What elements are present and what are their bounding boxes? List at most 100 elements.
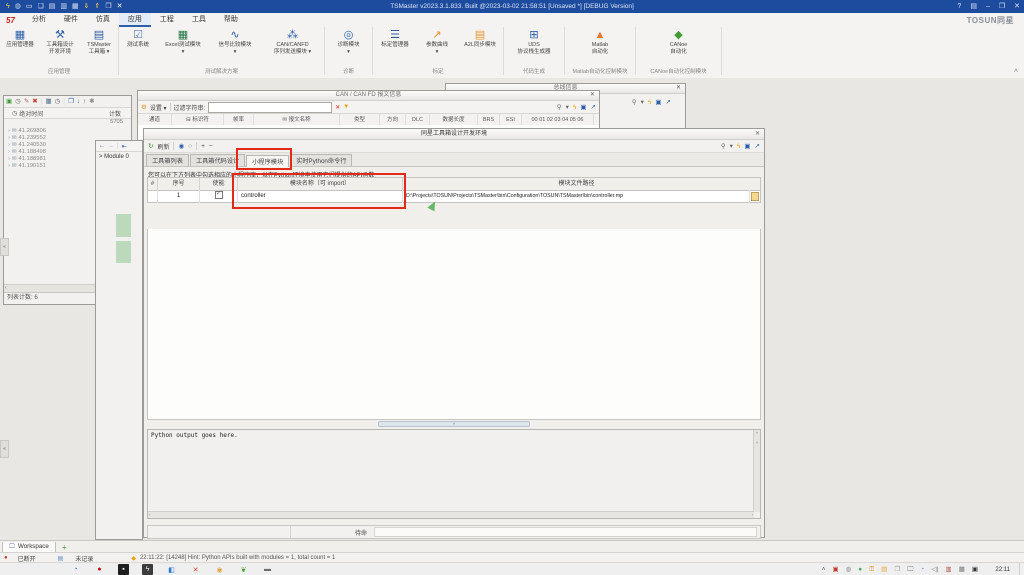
toolbar-icon[interactable]: ▾ xyxy=(641,98,644,106)
ribbon-button[interactable]: ◎ 诊断模块 ▾ xyxy=(325,29,372,67)
toolbar-icon[interactable]: ⚲ xyxy=(721,142,726,150)
col-hash[interactable]: # xyxy=(148,178,158,191)
taskbar-app-icon[interactable]: ❦ xyxy=(238,564,249,575)
close-icon[interactable]: ✕ xyxy=(755,130,760,139)
signal-block[interactable] xyxy=(116,214,131,237)
toolbar-icon[interactable]: ▣ xyxy=(655,98,661,106)
browse-folder-button[interactable] xyxy=(751,192,759,201)
dock-collapse-handle[interactable]: « xyxy=(0,440,9,458)
window-control-icon[interactable]: ? xyxy=(957,0,961,13)
taskbar-clock[interactable]: 22:11 xyxy=(995,567,1010,573)
ribbon-button[interactable]: ⁂ CAN/CANFD 序列发送模块 ▾ xyxy=(261,29,324,67)
tray-icon[interactable]: ▣ xyxy=(972,564,978,575)
toolbar-icon[interactable]: ⚲ xyxy=(557,103,562,111)
module-path-cell[interactable]: D:\Projects\TOSUN\Projects\TSMaster\bin\… xyxy=(403,190,750,203)
workspace-tab[interactable]: 🖵 Workspace xyxy=(2,542,56,553)
remove-icon[interactable]: − xyxy=(209,143,213,150)
tray-icon[interactable]: ◔ xyxy=(920,564,924,575)
ribbon-button[interactable]: ⚒ 工具箱设计 开发环境 xyxy=(40,29,80,67)
signal-block[interactable] xyxy=(116,241,131,263)
col-module-name[interactable]: 模块名称（可 import） xyxy=(238,178,403,191)
add-icon[interactable]: + xyxy=(201,143,205,150)
ribbon-button[interactable]: ☰ 标定管理器 xyxy=(373,29,417,67)
toolbar-icon[interactable]: ↗ xyxy=(591,103,596,111)
tray-icon[interactable]: ◍ xyxy=(846,564,852,575)
ribbon-button[interactable]: ▤ TSMaster 工具箱 ▾ xyxy=(80,29,118,67)
ribbon-button[interactable]: ▤ A2L同步模块 xyxy=(457,29,503,67)
expander-icon[interactable]: › xyxy=(8,142,10,148)
taskbar-app-icon[interactable]: ◔ xyxy=(70,564,81,575)
tree-toolbar-icon[interactable]: ✎ xyxy=(24,97,29,106)
toolbar-icon[interactable]: ▾ xyxy=(730,142,733,150)
taskbar-app-icon[interactable]: ▪ xyxy=(118,564,129,575)
col-enable[interactable]: 使能 xyxy=(200,178,238,191)
taskbar-app-icon[interactable]: ◉ xyxy=(214,564,225,575)
python-output-console[interactable]: Python output goes here. ˄˅ ‹› xyxy=(147,429,761,519)
tree-toolbar-icon[interactable]: ▦ xyxy=(45,97,51,106)
tray-icon[interactable]: ● xyxy=(858,564,862,575)
tray-icon[interactable]: ❐ xyxy=(894,564,900,575)
ribbon-button[interactable]: ▦ Excel测试模块 ▾ xyxy=(157,29,209,67)
menu-item[interactable]: 工具 xyxy=(183,13,215,27)
ribbon-button[interactable]: ☑ 测试系统 xyxy=(119,29,157,67)
toolbar-icon[interactable]: ϟ xyxy=(648,99,651,106)
close-icon[interactable]: ✕ xyxy=(676,84,681,93)
nav-icon[interactable]: ⇤ xyxy=(122,143,127,150)
ribbon-button[interactable]: ◆ CANoe 自动化 xyxy=(636,29,721,67)
add-workspace-button[interactable]: + xyxy=(56,543,67,552)
toolbar-icon[interactable]: ⚲ xyxy=(632,98,637,106)
dialog-tab[interactable]: 工具箱列表 xyxy=(146,154,189,166)
expander-icon[interactable]: › xyxy=(8,156,10,162)
enable-checkbox[interactable]: ✓ xyxy=(215,191,223,199)
dialog-tab[interactable]: 工具箱代码设计 xyxy=(190,154,245,166)
tray-icon[interactable]: ⚿ xyxy=(869,564,874,575)
tree-toolbar-icon[interactable]: ↑ xyxy=(83,97,86,106)
filter-input[interactable] xyxy=(208,102,332,113)
funnel-icon[interactable]: ▼ xyxy=(343,104,349,110)
radio-filled-icon[interactable]: ◉ xyxy=(178,142,184,150)
dialog-tab[interactable]: 小程序模块 xyxy=(246,155,289,167)
expander-icon[interactable]: › xyxy=(8,163,10,169)
ribbon-button[interactable]: ⊞ UDS 协议栈生成器 xyxy=(504,29,564,67)
tree-toolbar-icon[interactable]: ✱ xyxy=(89,97,94,106)
taskbar-app-icon[interactable]: ϟ xyxy=(142,564,153,575)
menu-item[interactable]: 应用 xyxy=(119,13,151,27)
refresh-button[interactable]: 刷新 xyxy=(157,142,169,151)
tray-icon[interactable]: ▥ xyxy=(946,564,952,575)
module-list-empty-area[interactable] xyxy=(147,229,761,420)
expander-icon[interactable]: › xyxy=(8,135,10,141)
clear-filter-icon[interactable]: ✕ xyxy=(335,104,340,111)
tray-icon[interactable]: ˄ xyxy=(822,564,826,575)
gear-icon[interactable]: ⚙ xyxy=(141,103,147,111)
ribbon-button[interactable]: ↗ 参数曲线 ▾ xyxy=(417,29,457,67)
tray-icon[interactable]: ▤ xyxy=(881,564,887,575)
radio-empty-icon[interactable]: ○ xyxy=(188,143,192,150)
tree-row[interactable]: › ✉ 41.269806 xyxy=(4,127,131,134)
module-label[interactable]: > Module 0 xyxy=(96,152,142,160)
tree-toolbar-icon[interactable]: | xyxy=(41,97,43,106)
toolbar-icon[interactable]: ϟ xyxy=(737,143,740,150)
toolbar-icon[interactable]: ↗ xyxy=(755,142,760,150)
tray-icon[interactable]: 🖵 xyxy=(907,564,913,575)
nav-icon[interactable]: → xyxy=(108,143,114,149)
taskbar-app-icon[interactable]: ✕ xyxy=(190,564,201,575)
ribbon-button[interactable]: ▲ Matlab 自动化 xyxy=(565,29,635,67)
tsmaster-app-icon[interactable]: 57 xyxy=(0,16,23,25)
window-control-icon[interactable]: ❐ xyxy=(999,0,1005,13)
toolbar-icon[interactable]: ▾ xyxy=(566,103,569,111)
console-hscrollbar[interactable]: ‹› xyxy=(148,511,754,518)
ribbon-button[interactable]: ▦ 应用管理器 xyxy=(0,29,40,67)
tree-header-time[interactable]: 绝对时间 xyxy=(17,109,43,118)
tree-toolbar-icon[interactable]: ✖ xyxy=(32,97,37,106)
tree-toolbar-icon[interactable]: ❐ xyxy=(68,97,74,106)
expander-icon[interactable]: › xyxy=(8,149,10,155)
toolbar-icon[interactable]: ↗ xyxy=(666,98,671,106)
toolbar-icon[interactable]: ▣ xyxy=(580,103,586,111)
tree-header-count[interactable]: 计数 xyxy=(109,109,131,118)
toolbar-icon[interactable]: ϟ xyxy=(573,104,576,111)
console-vscrollbar[interactable]: ˄˅ xyxy=(753,430,760,512)
nav-icon[interactable]: ← xyxy=(99,143,105,149)
expander-icon[interactable]: › xyxy=(8,128,10,134)
toolbar-icon[interactable]: ▣ xyxy=(744,142,750,150)
tree-toolbar-icon[interactable]: ▣ xyxy=(6,97,12,106)
